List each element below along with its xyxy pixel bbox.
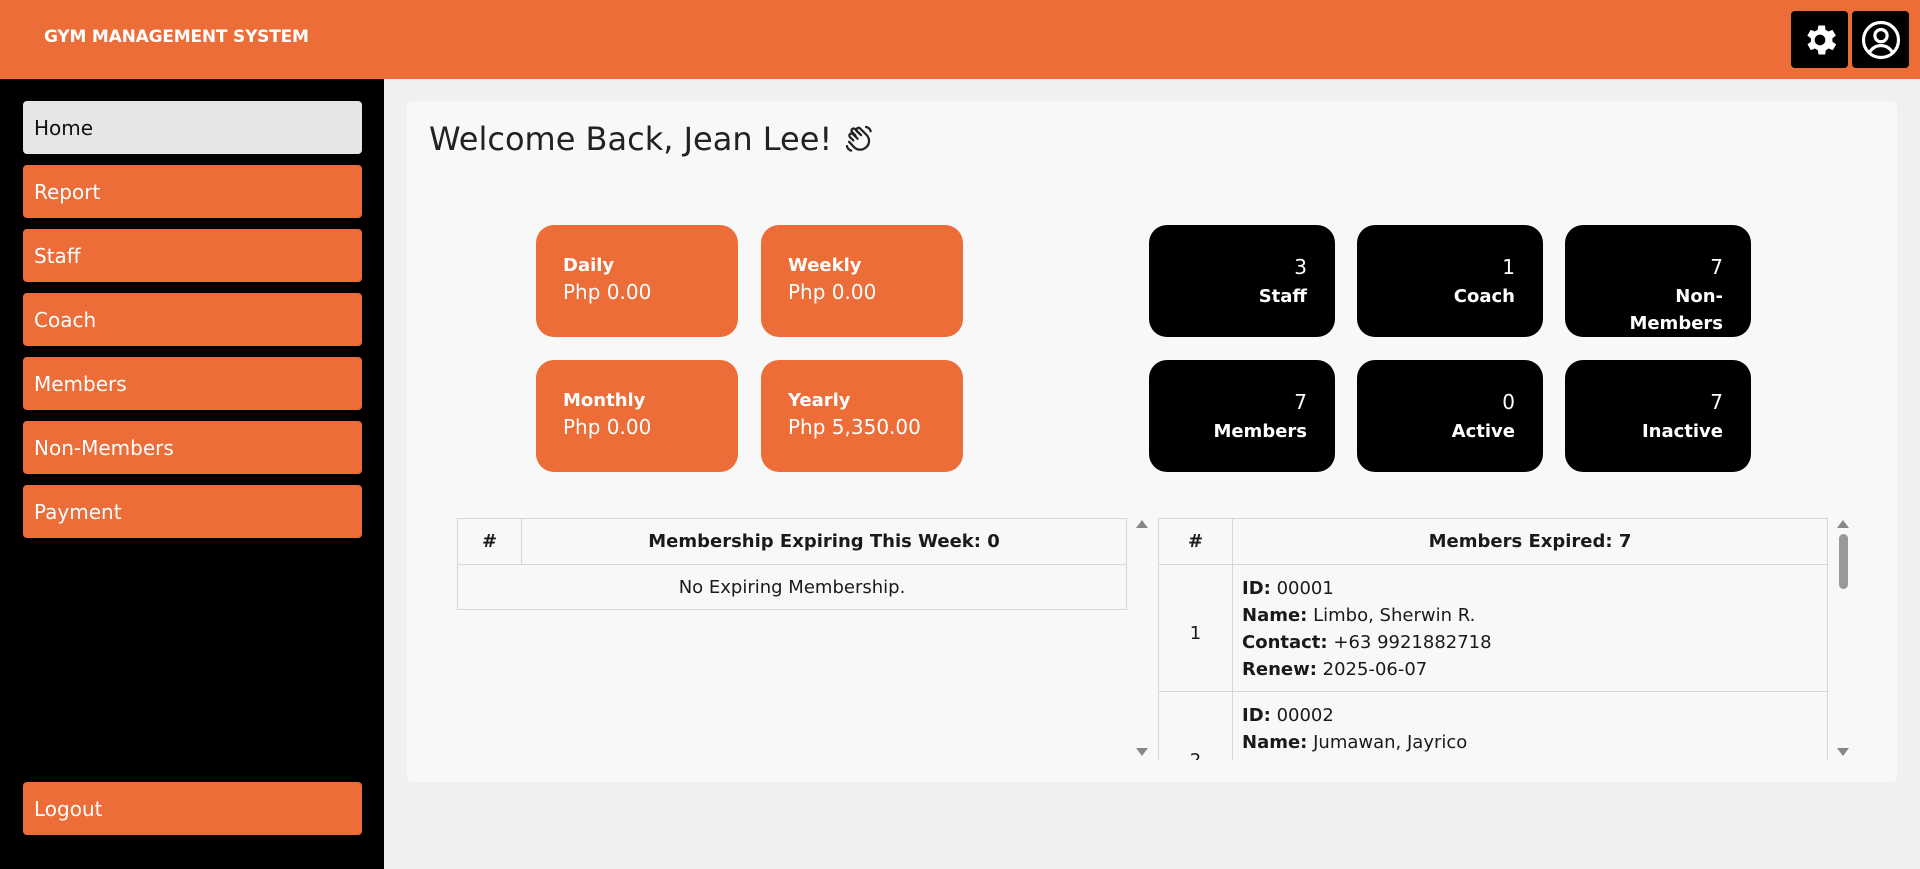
profile-button[interactable] bbox=[1852, 11, 1909, 68]
sidebar-item-members[interactable]: Members bbox=[23, 357, 362, 410]
expired-members-panel[interactable]: # Members Expired: 7 1 ID: 00001 Name: L… bbox=[1158, 518, 1828, 760]
expired-member-details: ID: 00001 Name: Limbo, Sherwin R. Contac… bbox=[1232, 564, 1828, 692]
name-label: Name: bbox=[1242, 605, 1308, 626]
active-count: 0 bbox=[1502, 390, 1515, 414]
daily-label: Daily bbox=[563, 255, 615, 276]
renew-label: Renew: bbox=[1242, 659, 1317, 680]
sidebar-item-staff[interactable]: Staff bbox=[23, 229, 362, 282]
scroll-down-arrow-icon[interactable] bbox=[1837, 748, 1849, 756]
expired-col-title: Members Expired: 7 bbox=[1232, 518, 1828, 565]
settings-button[interactable] bbox=[1791, 11, 1848, 68]
monthly-value: Php 0.00 bbox=[563, 415, 652, 439]
expiring-col-title: Membership Expiring This Week: 0 bbox=[521, 518, 1127, 565]
scroll-up-arrow-icon[interactable] bbox=[1837, 520, 1849, 528]
sidebar: Home Report Staff Coach Members Non-Memb… bbox=[0, 79, 384, 869]
waving-hand-icon bbox=[846, 125, 872, 152]
scroll-thumb[interactable] bbox=[1839, 534, 1848, 589]
sidebar-item-home[interactable]: Home bbox=[23, 101, 362, 154]
app-title: GYM MANAGEMENT SYSTEM bbox=[44, 27, 309, 47]
staff-count-label: Staff bbox=[1258, 286, 1307, 307]
sidebar-item-coach[interactable]: Coach bbox=[23, 293, 362, 346]
expired-member-details: ID: 00002 Name: Jumawan, Jayrico bbox=[1232, 691, 1828, 760]
staff-count-card: 3 Staff bbox=[1149, 225, 1335, 337]
monthly-label: Monthly bbox=[563, 390, 646, 411]
logout-button[interactable]: Logout bbox=[23, 782, 362, 835]
name-label: Name: bbox=[1242, 732, 1308, 753]
member-contact: +63 9921882718 bbox=[1333, 632, 1492, 653]
members-count-card: 7 Members bbox=[1149, 360, 1335, 472]
expiring-membership-panel[interactable]: # Membership Expiring This Week: 0 No Ex… bbox=[457, 518, 1127, 760]
table-row: 2 ID: 00002 Name: Jumawan, Jayrico bbox=[1158, 691, 1828, 760]
top-bar: GYM MANAGEMENT SYSTEM bbox=[0, 0, 1920, 79]
non-members-count-card: 7 Non-Members bbox=[1565, 225, 1751, 337]
coach-count: 1 bbox=[1502, 255, 1515, 279]
sidebar-item-non-members[interactable]: Non-Members bbox=[23, 421, 362, 474]
inactive-count-card: 7 Inactive bbox=[1565, 360, 1751, 472]
contact-label: Contact: bbox=[1242, 632, 1328, 653]
row-number: 1 bbox=[1158, 564, 1233, 692]
welcome-heading: Welcome Back, Jean Lee! bbox=[429, 120, 876, 158]
coach-count-label: Coach bbox=[1453, 286, 1515, 307]
member-id: 00001 bbox=[1276, 578, 1334, 599]
expired-members-table: # Members Expired: 7 1 ID: 00001 Name: L… bbox=[1158, 518, 1828, 760]
yearly-value: Php 5,350.00 bbox=[788, 415, 921, 439]
daily-income-card: Daily Php 0.00 bbox=[536, 225, 738, 337]
expiring-membership-table: # Membership Expiring This Week: 0 No Ex… bbox=[457, 518, 1127, 610]
weekly-label: Weekly bbox=[788, 255, 862, 276]
inactive-count: 7 bbox=[1710, 390, 1723, 414]
non-members-count-label: Non-Members bbox=[1629, 286, 1723, 334]
daily-value: Php 0.00 bbox=[563, 280, 652, 304]
inactive-count-label: Inactive bbox=[1641, 421, 1723, 442]
table-row: 1 ID: 00001 Name: Limbo, Sherwin R. Cont… bbox=[1158, 564, 1828, 692]
welcome-text: Welcome Back, Jean Lee! bbox=[429, 120, 833, 158]
expired-scrollbar[interactable] bbox=[1834, 516, 1852, 760]
weekly-income-card: Weekly Php 0.00 bbox=[761, 225, 963, 337]
monthly-income-card: Monthly Php 0.00 bbox=[536, 360, 738, 472]
active-count-card: 0 Active bbox=[1357, 360, 1543, 472]
scroll-down-arrow-icon[interactable] bbox=[1136, 748, 1148, 756]
user-circle-icon bbox=[1861, 20, 1900, 59]
expiring-scrollbar[interactable] bbox=[1133, 516, 1151, 760]
active-count-label: Active bbox=[1451, 421, 1515, 442]
sidebar-item-payment[interactable]: Payment bbox=[23, 485, 362, 538]
member-name: Jumawan, Jayrico bbox=[1313, 732, 1468, 753]
member-renew: 2025-06-07 bbox=[1322, 659, 1428, 680]
expiring-col-number: # bbox=[457, 518, 522, 565]
expiring-empty-message: No Expiring Membership. bbox=[457, 564, 1127, 610]
members-count-label: Members bbox=[1213, 421, 1307, 442]
member-name: Limbo, Sherwin R. bbox=[1313, 605, 1476, 626]
non-members-count: 7 bbox=[1710, 255, 1723, 279]
members-count: 7 bbox=[1294, 390, 1307, 414]
member-id: 00002 bbox=[1276, 705, 1334, 726]
row-number: 2 bbox=[1158, 691, 1233, 760]
expired-col-number: # bbox=[1158, 518, 1233, 565]
yearly-label: Yearly bbox=[788, 390, 851, 411]
weekly-value: Php 0.00 bbox=[788, 280, 877, 304]
sidebar-item-report[interactable]: Report bbox=[23, 165, 362, 218]
gear-icon bbox=[1806, 25, 1836, 54]
scroll-up-arrow-icon[interactable] bbox=[1136, 520, 1148, 528]
id-label: ID: bbox=[1242, 578, 1271, 599]
id-label: ID: bbox=[1242, 705, 1271, 726]
coach-count-card: 1 Coach bbox=[1357, 225, 1543, 337]
yearly-income-card: Yearly Php 5,350.00 bbox=[761, 360, 963, 472]
staff-count: 3 bbox=[1294, 255, 1307, 279]
